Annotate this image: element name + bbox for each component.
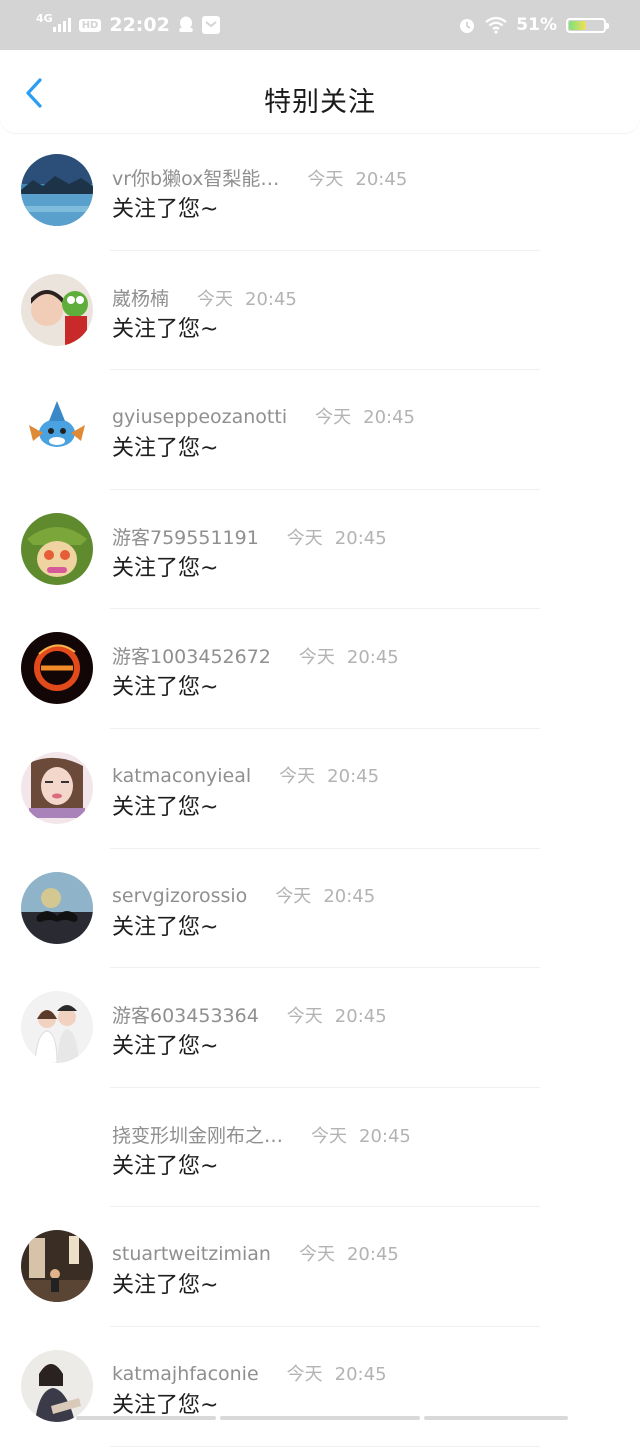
user-name[interactable]: stuartweitzimian (112, 1243, 271, 1265)
list-item[interactable]: 游客759551191 今天 20:45 关注了您~ (0, 490, 640, 610)
timestamp: 20:45 (334, 527, 387, 549)
list-item[interactable]: katmajhfaconie 今天 20:45 关注了您~ (0, 1327, 640, 1447)
avatar[interactable] (21, 632, 93, 705)
name-row: gyiuseppeozanotti 今天 20:45 (112, 403, 415, 429)
list-item[interactable]: stuartweitzimian 今天 20:45 关注了您~ (0, 1207, 640, 1327)
battery-icon (566, 17, 609, 33)
notification-message: 关注了您~ (112, 197, 219, 222)
timestamp: 20:45 (355, 169, 408, 190)
user-name[interactable]: 游客1003452672 (112, 642, 271, 669)
list-item[interactable]: 游客1003452672 今天 20:45 关注了您~ (0, 609, 640, 729)
timestamp: 20:45 (327, 765, 380, 787)
name-row: 游客603453364 今天 20:45 (112, 1001, 387, 1028)
user-name[interactable]: 游客603453364 (112, 1001, 259, 1028)
time-day-label: 今天 (311, 1125, 348, 1147)
user-name[interactable]: 崴杨楠 (112, 284, 169, 311)
timestamp: 20:45 (334, 1006, 387, 1028)
status-bar: 4G HD 22:02 51% (0, 0, 640, 50)
scroll-indicator (220, 1416, 420, 1420)
user-name[interactable]: 游客759551191 (112, 523, 259, 550)
time-day-label: 今天 (286, 527, 323, 549)
timestamp: 20:45 (359, 1125, 411, 1147)
list-item[interactable]: katmaconyieal 今天 20:45 关注了您~ (0, 729, 640, 849)
notification-message: 关注了您~ (112, 1153, 219, 1179)
notification-message: 关注了您~ (112, 316, 219, 342)
time-day-label: 今天 (298, 647, 335, 669)
time-day-label: 今天 (315, 407, 352, 429)
avatar[interactable] (21, 1230, 93, 1303)
status-time: 22:02 (109, 14, 170, 36)
follow-list: vr你b獭ox智梨能… 今天 20:45 关注了您~ 崴杨楠 今天 20:45 关注了您~ gy… (0, 131, 640, 1447)
alarm-icon (458, 16, 476, 34)
notification-message: 关注了您~ (112, 436, 219, 462)
notification-message: 关注了您~ (112, 675, 219, 701)
mail-icon (201, 16, 220, 34)
name-row: vr你b獭ox智梨能… 今天 20:45 (112, 164, 407, 191)
list-item[interactable]: 崴杨楠 今天 20:45 关注了您~ (0, 251, 640, 371)
notification-message: 关注了您~ (112, 914, 219, 940)
signal-icon (52, 18, 71, 32)
list-item[interactable]: vr你b獭ox智梨能… 今天 20:45 关注了您~ (0, 131, 640, 251)
list-item[interactable]: gyiuseppeozanotti 今天 20:45 关注了您~ (0, 370, 640, 490)
time-day-label: 今天 (275, 885, 312, 907)
qq-penguin-icon (178, 16, 194, 34)
notification-message: 关注了您~ (112, 1034, 219, 1060)
avatar[interactable] (21, 154, 93, 226)
timestamp: 20:45 (346, 647, 399, 669)
timestamp: 20:45 (323, 885, 376, 907)
list-item[interactable]: servgizorossio 今天 20:45 关注了您~ (0, 849, 640, 969)
timestamp: 20:45 (363, 407, 415, 429)
name-row: 游客759551191 今天 20:45 (112, 523, 387, 550)
time-day-label: 今天 (279, 765, 316, 787)
user-name[interactable]: servgizorossio (112, 885, 247, 907)
avatar[interactable] (21, 1349, 93, 1422)
notification-message: 关注了您~ (112, 794, 219, 820)
name-row: 挠变形圳金刚布之… 今天 20:45 (112, 1121, 411, 1148)
network-type: 4G (36, 11, 53, 25)
notification-message: 关注了您~ (112, 1392, 219, 1418)
user-name[interactable]: katmajhfaconie (112, 1363, 259, 1385)
page-title: 特别关注 (264, 87, 376, 118)
avatar[interactable] (21, 871, 93, 944)
name-row: servgizorossio 今天 20:45 (112, 882, 375, 908)
time-day-label: 今天 (197, 288, 234, 310)
time-day-label: 今天 (298, 1244, 335, 1266)
user-name[interactable]: katmaconyieal (112, 765, 251, 787)
avatar[interactable] (21, 1111, 93, 1183)
scroll-indicator (76, 1416, 216, 1420)
status-left: 4G HD 22:02 (36, 12, 220, 38)
avatar[interactable] (21, 991, 93, 1064)
user-name[interactable]: 挠变形圳金刚布之… (112, 1121, 283, 1148)
timestamp: 20:45 (245, 288, 297, 310)
scroll-indicator (424, 1416, 568, 1420)
avatar[interactable] (21, 512, 93, 585)
time-day-label: 今天 (286, 1006, 323, 1028)
battery-percent: 51% (516, 15, 557, 35)
notification-message: 关注了您~ (112, 555, 219, 581)
name-row: katmaconyieal 今天 20:45 (112, 762, 379, 788)
name-row: 游客1003452672 今天 20:45 (112, 642, 399, 669)
name-row: stuartweitzimian 今天 20:45 (112, 1240, 399, 1266)
list-item[interactable]: 挠变形圳金刚布之… 今天 20:45 关注了您~ (0, 1088, 640, 1208)
hd-badge: HD (78, 18, 102, 32)
avatar[interactable] (21, 393, 93, 466)
wifi-icon (485, 16, 507, 34)
avatar[interactable] (21, 273, 93, 346)
header: 特别关注 (0, 50, 640, 133)
avatar[interactable] (21, 751, 93, 824)
name-row: 崴杨楠 今天 20:45 (112, 284, 297, 311)
timestamp: 20:45 (334, 1363, 387, 1385)
name-row: katmajhfaconie 今天 20:45 (112, 1360, 387, 1386)
time-day-label: 今天 (307, 169, 344, 190)
user-name[interactable]: gyiuseppeozanotti (112, 406, 287, 428)
time-day-label: 今天 (286, 1363, 323, 1385)
user-name[interactable]: vr你b獭ox智梨能… (112, 164, 279, 191)
timestamp: 20:45 (346, 1244, 399, 1266)
list-item[interactable]: 游客603453364 今天 20:45 关注了您~ (0, 968, 640, 1088)
notification-message: 关注了您~ (112, 1273, 219, 1299)
status-right: 51% (458, 12, 609, 38)
divider (110, 1445, 540, 1447)
